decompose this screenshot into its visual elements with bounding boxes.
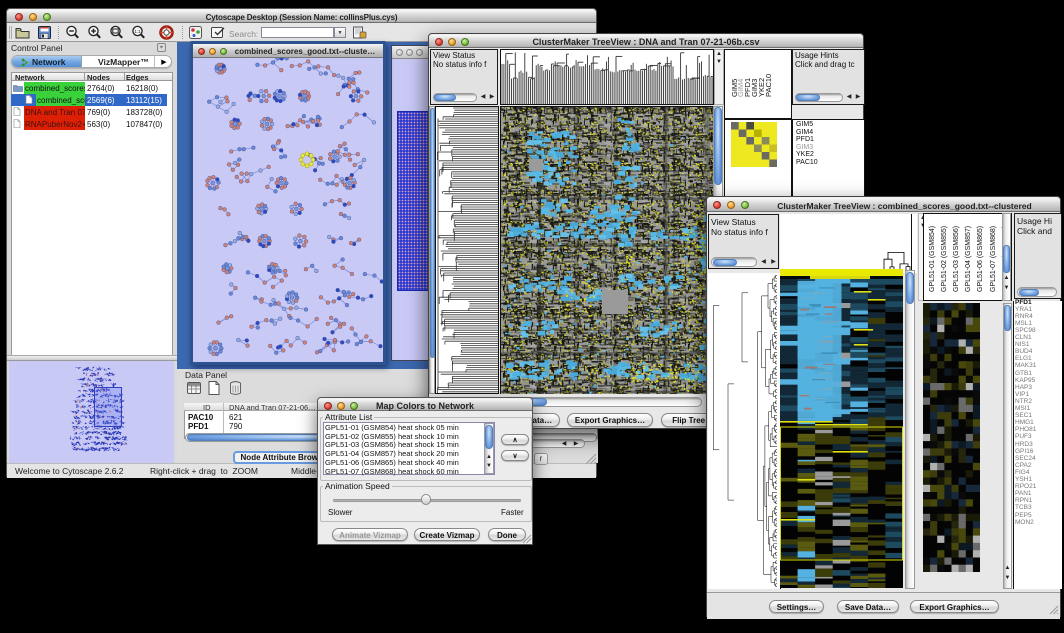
svg-text:1:1: 1:1 [134,29,141,34]
